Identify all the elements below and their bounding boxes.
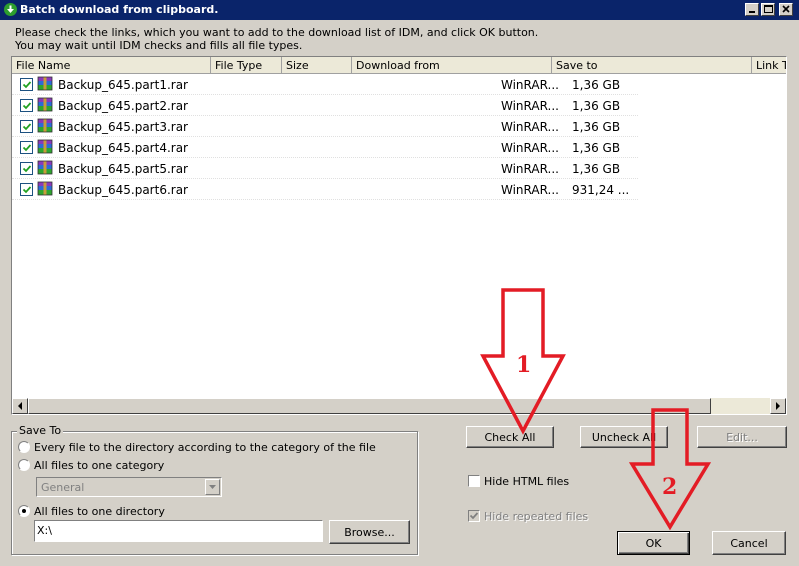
row-checkbox[interactable]	[20, 78, 33, 91]
cancel-button[interactable]: Cancel	[712, 531, 786, 555]
row-save-to: WinRAR...	[501, 99, 559, 113]
checkmark-icon	[469, 512, 479, 520]
scrollbar-thumb[interactable]	[28, 398, 711, 414]
category-select-value: General	[41, 481, 85, 494]
row-checkbox[interactable]	[20, 141, 33, 154]
table-row[interactable]: Backup_645.part6.rar WinRAR... 931,24 ...	[12, 179, 772, 200]
radio-category-directory-label[interactable]: Every file to the directory according to…	[34, 441, 376, 454]
column-header-download-from[interactable]: Download from	[352, 57, 552, 74]
maximize-button[interactable]	[761, 3, 775, 16]
column-header-link-text[interactable]: Link Te	[752, 57, 786, 74]
table-row[interactable]: Backup_645.part1.rar WinRAR... 1,36 GB	[12, 74, 772, 95]
row-checkbox[interactable]	[20, 99, 33, 112]
batch-download-dialog: Batch download from clipboard. Please ch…	[0, 0, 799, 566]
rar-archive-icon	[37, 76, 53, 92]
radio-one-category-label[interactable]: All files to one category	[34, 459, 164, 472]
row-file-name: Backup_645.part6.rar	[58, 183, 188, 197]
rar-archive-icon	[37, 181, 53, 197]
maximize-icon	[764, 5, 773, 13]
close-button[interactable]	[779, 3, 793, 16]
idm-app-icon	[4, 3, 17, 16]
directory-field[interactable]	[34, 520, 323, 542]
row-file-name: Backup_645.part3.rar	[58, 120, 188, 134]
scroll-right-button[interactable]	[770, 398, 786, 414]
hide-repeated-checkbox[interactable]	[468, 510, 480, 522]
checkmark-icon	[22, 186, 32, 194]
arrow-left-icon	[18, 402, 22, 410]
minimize-button[interactable]	[745, 3, 759, 16]
row-size: 1,36 GB	[572, 162, 621, 176]
title-bar[interactable]: Batch download from clipboard.	[0, 0, 799, 20]
row-checkbox[interactable]	[20, 120, 33, 133]
hide-html-checkbox[interactable]	[468, 475, 480, 487]
row-save-to: WinRAR...	[501, 183, 559, 197]
row-size: 1,36 GB	[572, 141, 621, 155]
table-row[interactable]: Backup_645.part4.rar WinRAR... 1,36 GB	[12, 137, 772, 158]
radio-one-directory[interactable]	[18, 505, 30, 517]
file-list[interactable]: File Name File Type Size Download from S…	[11, 56, 787, 415]
checkmark-icon	[22, 144, 32, 152]
column-header-file-name[interactable]: File Name	[12, 57, 211, 74]
close-icon	[782, 5, 790, 13]
instructions-line-2: You may wait until IDM checks and fills …	[15, 39, 303, 52]
row-save-to: WinRAR...	[501, 78, 559, 92]
rar-archive-icon	[37, 97, 53, 113]
hide-repeated-label[interactable]: Hide repeated files	[484, 510, 588, 523]
checkmark-icon	[22, 165, 32, 173]
row-save-to: WinRAR...	[501, 162, 559, 176]
column-header-size[interactable]: Size	[282, 57, 352, 74]
annotation-arrow-2	[628, 408, 712, 531]
row-save-to: WinRAR...	[501, 141, 559, 155]
scroll-left-button[interactable]	[12, 398, 28, 414]
row-gridline	[12, 199, 638, 200]
checkmark-icon	[22, 102, 32, 110]
column-header-file-type[interactable]: File Type	[211, 57, 282, 74]
row-size: 1,36 GB	[572, 78, 621, 92]
checkmark-icon	[22, 123, 32, 131]
row-save-to: WinRAR...	[501, 120, 559, 134]
minimize-icon	[749, 11, 755, 13]
row-checkbox[interactable]	[20, 183, 33, 196]
row-file-name: Backup_645.part2.rar	[58, 99, 188, 113]
annotation-step-2: 2	[662, 474, 678, 500]
category-select[interactable]: General	[36, 477, 222, 497]
annotation-step-1: 1	[516, 352, 532, 378]
chevron-down-icon	[209, 485, 216, 489]
hide-html-label[interactable]: Hide HTML files	[484, 475, 569, 488]
rar-archive-icon	[37, 118, 53, 134]
table-row[interactable]: Backup_645.part2.rar WinRAR... 1,36 GB	[12, 95, 772, 116]
arrow-right-icon	[776, 402, 780, 410]
radio-one-category[interactable]	[18, 459, 30, 471]
row-checkbox[interactable]	[20, 162, 33, 175]
rar-archive-icon	[37, 139, 53, 155]
radio-selected-dot	[22, 509, 26, 513]
radio-category-directory[interactable]	[18, 441, 30, 453]
row-file-name: Backup_645.part1.rar	[58, 78, 188, 92]
directory-input[interactable]	[37, 523, 317, 538]
category-dropdown-button[interactable]	[205, 479, 220, 495]
table-row[interactable]: Backup_645.part3.rar WinRAR... 1,36 GB	[12, 116, 772, 137]
ok-button[interactable]: OK	[617, 531, 690, 555]
row-file-name: Backup_645.part5.rar	[58, 162, 188, 176]
rar-archive-icon	[37, 160, 53, 176]
row-file-name: Backup_645.part4.rar	[58, 141, 188, 155]
window-title: Batch download from clipboard.	[20, 3, 219, 16]
row-size: 931,24 ...	[572, 183, 630, 197]
column-header-save-to[interactable]: Save to	[552, 57, 752, 74]
checkmark-icon	[22, 81, 32, 89]
save-to-legend: Save To	[17, 424, 64, 437]
row-size: 1,36 GB	[572, 99, 621, 113]
instructions-line-1: Please check the links, which you want t…	[15, 26, 539, 39]
radio-one-directory-label[interactable]: All files to one directory	[34, 505, 165, 518]
table-row[interactable]: Backup_645.part5.rar WinRAR... 1,36 GB	[12, 158, 772, 179]
browse-button[interactable]: Browse...	[329, 520, 410, 544]
row-size: 1,36 GB	[572, 120, 621, 134]
